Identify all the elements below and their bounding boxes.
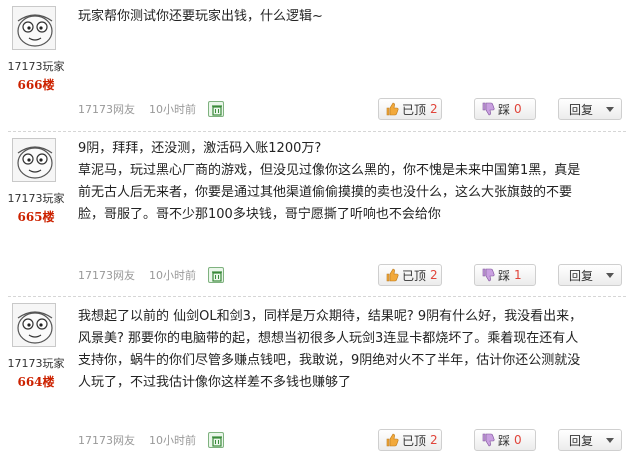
upvote-label: 已顶 [402, 102, 427, 117]
reply-button[interactable]: 回复 [558, 264, 622, 286]
timestamp: 10小时前 [149, 269, 196, 282]
upvote-button[interactable]: 已顶 2 [378, 429, 442, 451]
thumb-down-icon [481, 433, 495, 447]
comment-line: 玩家帮你测试你还要玩家出钱，什么逻辑~ [78, 9, 323, 24]
thumb-down-icon [481, 268, 495, 282]
downvote-button[interactable]: 踩 1 [474, 264, 536, 286]
author-source: 17173网友 [78, 103, 135, 116]
downvote-count: 0 [514, 102, 522, 116]
thumb-up-icon [385, 433, 399, 447]
timestamp: 10小时前 [149, 103, 196, 116]
trash-icon[interactable] [208, 101, 224, 117]
upvote-count: 2 [430, 102, 438, 116]
comment-meta: 17173网友 10小时前 [78, 101, 224, 117]
comment-line: 前无古人后无来者，你要是通过其他渠道偷偷摸摸的卖也没什么，这么大张旗鼓的不要 [78, 185, 573, 200]
trash-icon[interactable] [208, 432, 224, 448]
username[interactable]: 17173玩家 [0, 190, 72, 206]
thumb-up-icon [385, 102, 399, 116]
comment-text: 9阴，拜拜，还没测，激活码入账1200万? 草泥马，玩过黑心厂商的游戏，但没见过… [78, 138, 622, 226]
floor-number: 664楼 [17, 375, 55, 389]
upvote-count: 2 [430, 268, 438, 282]
upvote-label: 已顶 [402, 268, 427, 283]
comment-line: 脸，哥服了。哥不少那100多块钱，哥宁愿撕了听响也不会给你 [78, 207, 441, 222]
reply-button[interactable]: 回复 [558, 429, 622, 451]
comment-text: 我想起了以前的 仙剑OL和剑3，同样是万众期待，结果呢? 9阴有什么好，我没看出… [78, 306, 622, 394]
comment-line: 草泥马，玩过黑心厂商的游戏，但没见过像你这么黑的，你不愧是未来中国第1黑，真是 [78, 163, 581, 178]
reply-label: 回复 [569, 433, 594, 448]
downvote-button[interactable]: 踩 0 [474, 429, 536, 451]
downvote-count: 0 [514, 433, 522, 447]
comment-line: 支持你，蜗牛的你们尽管多赚点钱吧，我敢说，9阴绝对火不了半年，估计你还公测就没 [78, 353, 581, 368]
upvote-label: 已顶 [402, 433, 427, 448]
downvote-count: 1 [514, 268, 522, 282]
upvote-button[interactable]: 已顶 2 [378, 98, 442, 120]
comment-item: 17173玩家 664楼 我想起了以前的 仙剑OL和剑3，同样是万众期待，结果呢… [0, 297, 634, 463]
comment-text: 玩家帮你测试你还要玩家出钱，什么逻辑~ [78, 6, 622, 28]
downvote-label: 踩 [498, 102, 511, 117]
downvote-label: 踩 [498, 268, 511, 283]
comment-line: 风景美? 那要你的电脑带的起，想想当初很多人玩剑3连显卡都烧坏了。乘着现在还有人 [78, 331, 579, 346]
comment-meta: 17173网友 10小时前 [78, 432, 224, 448]
avatar[interactable] [12, 303, 56, 347]
comment-meta: 17173网友 10小时前 [78, 267, 224, 283]
upvote-count: 2 [430, 433, 438, 447]
thumb-down-icon [481, 102, 495, 116]
author-source: 17173网友 [78, 269, 135, 282]
avatar[interactable] [12, 6, 56, 50]
thumb-up-icon [385, 268, 399, 282]
downvote-button[interactable]: 踩 0 [474, 98, 536, 120]
username[interactable]: 17173玩家 [0, 355, 72, 371]
upvote-button[interactable]: 已顶 2 [378, 264, 442, 286]
reply-label: 回复 [569, 102, 594, 117]
chevron-down-icon [606, 273, 614, 278]
avatar[interactable] [12, 138, 56, 182]
timestamp: 10小时前 [149, 434, 196, 447]
comment-line: 人玩了，不过我估计像你这样差不多钱也赚够了 [78, 375, 352, 390]
comment-line: 我想起了以前的 仙剑OL和剑3，同样是万众期待，结果呢? 9阴有什么好，我没看出… [78, 309, 583, 324]
reply-button[interactable]: 回复 [558, 98, 622, 120]
comment-item: 17173玩家 666楼 玩家帮你测试你还要玩家出钱，什么逻辑~ 17173网友… [0, 0, 634, 132]
downvote-label: 踩 [498, 433, 511, 448]
chevron-down-icon [606, 107, 614, 112]
comment-item: 17173玩家 665楼 9阴，拜拜，还没测，激活码入账1200万? 草泥马，玩… [0, 132, 634, 297]
floor-number: 666楼 [17, 78, 55, 92]
username[interactable]: 17173玩家 [0, 58, 72, 74]
reply-label: 回复 [569, 268, 594, 283]
comment-line: 9阴，拜拜，还没测，激活码入账1200万? [78, 141, 322, 156]
author-source: 17173网友 [78, 434, 135, 447]
chevron-down-icon [606, 438, 614, 443]
trash-icon[interactable] [208, 267, 224, 283]
floor-number: 665楼 [17, 210, 55, 224]
